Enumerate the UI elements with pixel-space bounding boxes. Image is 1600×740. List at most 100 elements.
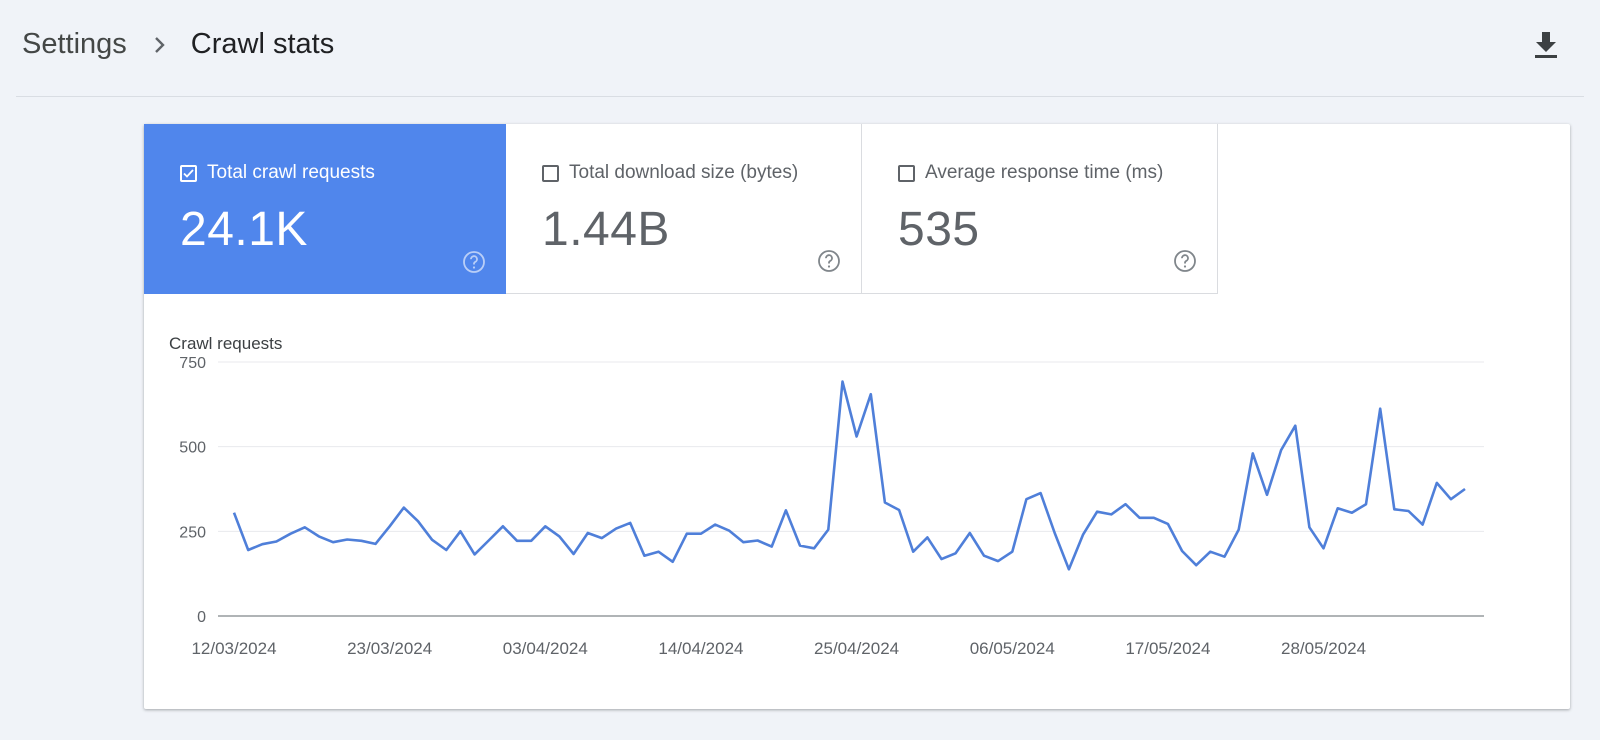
checkbox-unchecked-icon[interactable] bbox=[542, 164, 559, 182]
data-point[interactable] bbox=[1445, 493, 1457, 505]
data-point[interactable] bbox=[299, 521, 311, 533]
data-point[interactable] bbox=[1275, 444, 1287, 456]
data-point[interactable] bbox=[1162, 518, 1174, 530]
data-point[interactable] bbox=[936, 553, 948, 565]
data-point[interactable] bbox=[752, 534, 764, 546]
data-point[interactable] bbox=[1261, 489, 1273, 501]
data-point[interactable] bbox=[228, 507, 240, 519]
data-point[interactable] bbox=[440, 544, 452, 556]
data-point[interactable] bbox=[511, 535, 523, 547]
data-point[interactable] bbox=[893, 504, 905, 516]
data-point[interactable] bbox=[426, 534, 438, 546]
data-point[interactable] bbox=[412, 515, 424, 527]
data-point[interactable] bbox=[568, 548, 580, 560]
data-point[interactable] bbox=[1190, 559, 1202, 571]
data-point[interactable] bbox=[1233, 524, 1245, 536]
data-point[interactable] bbox=[1459, 483, 1471, 495]
data-point[interactable] bbox=[242, 544, 254, 556]
data-point[interactable] bbox=[313, 530, 325, 542]
data-point[interactable] bbox=[808, 542, 820, 554]
data-point[interactable] bbox=[950, 547, 962, 559]
data-point[interactable] bbox=[370, 538, 382, 550]
data-point[interactable] bbox=[667, 556, 679, 568]
data-point[interactable] bbox=[1020, 493, 1032, 505]
data-point[interactable] bbox=[1134, 512, 1146, 524]
data-point[interactable] bbox=[1006, 546, 1018, 558]
metric-tile-total-crawl-requests[interactable]: Total crawl requests 24.1K bbox=[144, 124, 506, 294]
data-point[interactable] bbox=[1105, 508, 1117, 520]
data-point[interactable] bbox=[1346, 507, 1358, 519]
data-point[interactable] bbox=[907, 546, 919, 558]
data-point[interactable] bbox=[964, 527, 976, 539]
data-point[interactable] bbox=[610, 523, 622, 535]
data-point[interactable] bbox=[1431, 477, 1443, 489]
data-point[interactable] bbox=[865, 388, 877, 400]
data-point[interactable] bbox=[695, 528, 707, 540]
data-point[interactable] bbox=[582, 527, 594, 539]
data-point[interactable] bbox=[256, 538, 268, 550]
data-point[interactable] bbox=[1219, 551, 1231, 563]
data-point[interactable] bbox=[851, 431, 863, 443]
data-point[interactable] bbox=[1247, 447, 1259, 459]
data-point[interactable] bbox=[384, 520, 396, 532]
data-point[interactable] bbox=[1148, 512, 1160, 524]
data-point[interactable] bbox=[1289, 420, 1301, 432]
x-tick-label: 06/05/2024 bbox=[970, 639, 1055, 658]
data-point[interactable] bbox=[1204, 546, 1216, 558]
data-point[interactable] bbox=[978, 550, 990, 562]
data-point[interactable] bbox=[270, 535, 282, 547]
data-point[interactable] bbox=[1063, 563, 1075, 575]
data-point[interactable] bbox=[879, 497, 891, 509]
data-point[interactable] bbox=[1303, 521, 1315, 533]
data-point[interactable] bbox=[1402, 505, 1414, 517]
data-point[interactable] bbox=[921, 531, 933, 543]
data-point[interactable] bbox=[737, 536, 749, 548]
data-point[interactable] bbox=[355, 535, 367, 547]
checkbox-unchecked-icon[interactable] bbox=[898, 164, 915, 182]
help-circle-icon[interactable] bbox=[817, 249, 841, 273]
data-point[interactable] bbox=[624, 517, 636, 529]
metric-tile-average-response-time[interactable]: Average response time (ms) 535 bbox=[862, 124, 1218, 294]
data-point[interactable] bbox=[992, 555, 1004, 567]
data-point[interactable] bbox=[638, 550, 650, 562]
data-point[interactable] bbox=[553, 530, 565, 542]
data-point[interactable] bbox=[327, 536, 339, 548]
data-point[interactable] bbox=[794, 540, 806, 552]
data-point[interactable] bbox=[1374, 403, 1386, 415]
help-circle-icon[interactable] bbox=[1173, 249, 1197, 273]
data-point[interactable] bbox=[1360, 498, 1372, 510]
data-point[interactable] bbox=[1091, 506, 1103, 518]
data-point[interactable] bbox=[469, 548, 481, 560]
checkbox-checked-icon[interactable] bbox=[180, 164, 197, 182]
download-button[interactable] bbox=[1530, 28, 1562, 62]
data-point[interactable] bbox=[780, 504, 792, 516]
data-point[interactable] bbox=[723, 525, 735, 537]
data-point[interactable] bbox=[1049, 527, 1061, 539]
data-point[interactable] bbox=[285, 528, 297, 540]
data-point[interactable] bbox=[454, 525, 466, 537]
help-circle-icon[interactable] bbox=[462, 250, 486, 274]
data-point[interactable] bbox=[341, 533, 353, 545]
data-point[interactable] bbox=[483, 534, 495, 546]
data-point[interactable] bbox=[1176, 545, 1188, 557]
data-point[interactable] bbox=[1119, 498, 1131, 510]
breadcrumb-settings-link[interactable]: Settings bbox=[22, 28, 127, 61]
data-point[interactable] bbox=[836, 376, 848, 388]
metric-tile-total-download-size[interactable]: Total download size (bytes) 1.44B bbox=[506, 124, 862, 294]
data-point[interactable] bbox=[398, 502, 410, 514]
data-point[interactable] bbox=[822, 524, 834, 536]
data-point[interactable] bbox=[1035, 487, 1047, 499]
data-point[interactable] bbox=[497, 520, 509, 532]
data-point[interactable] bbox=[1417, 519, 1429, 531]
data-point[interactable] bbox=[1332, 502, 1344, 514]
data-point[interactable] bbox=[525, 535, 537, 547]
data-point[interactable] bbox=[681, 528, 693, 540]
data-point[interactable] bbox=[596, 532, 608, 544]
data-point[interactable] bbox=[1388, 503, 1400, 515]
data-point[interactable] bbox=[539, 520, 551, 532]
data-point[interactable] bbox=[1077, 529, 1089, 541]
data-point[interactable] bbox=[653, 546, 665, 558]
data-point[interactable] bbox=[1318, 542, 1330, 554]
data-point[interactable] bbox=[766, 541, 778, 553]
data-point[interactable] bbox=[709, 519, 721, 531]
